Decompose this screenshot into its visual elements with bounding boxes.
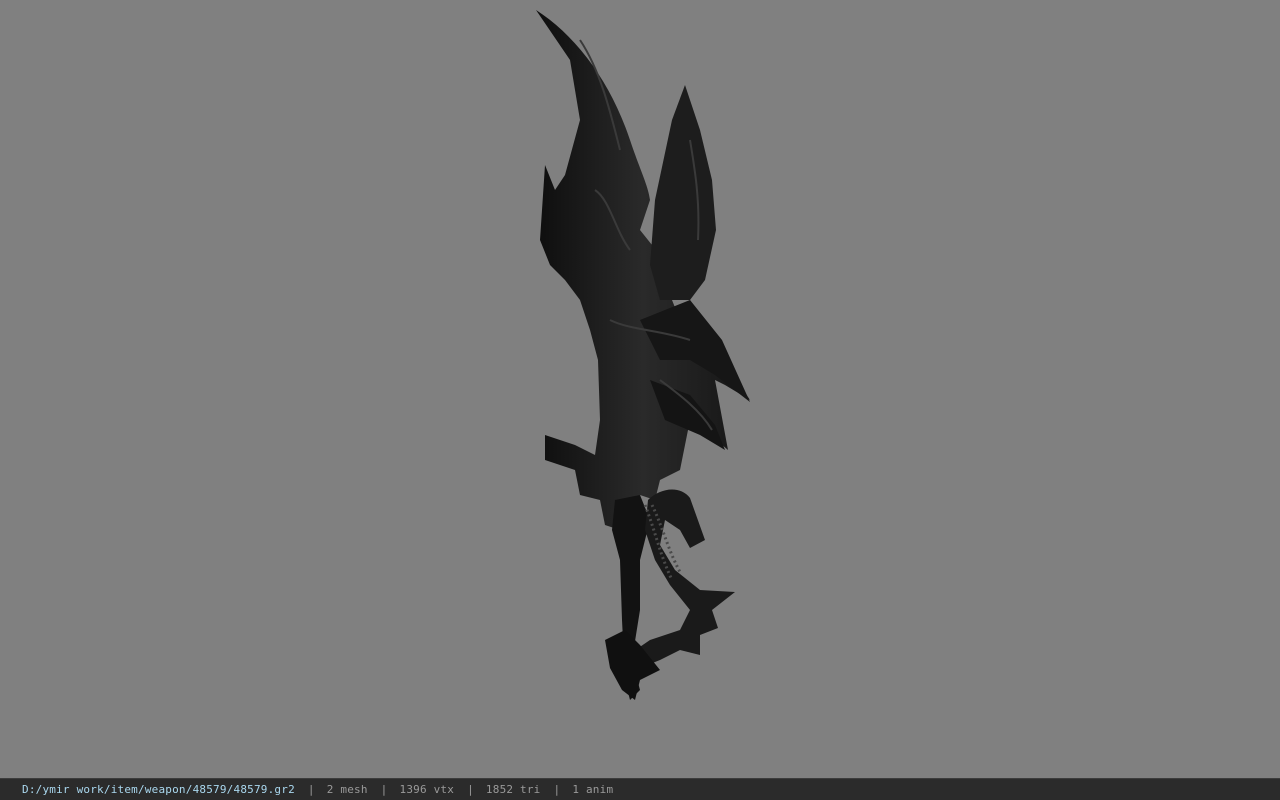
status-bar: D:/ymir work/item/weapon/48579/48579.gr2… xyxy=(0,778,1280,800)
status-triangle-count: 1852 tri xyxy=(485,783,541,796)
status-separator: | xyxy=(307,783,315,796)
3d-viewport[interactable] xyxy=(0,0,1280,778)
status-mesh-count: 2 mesh xyxy=(326,783,368,796)
status-vertex-count: 1396 vtx xyxy=(399,783,455,796)
status-separator: | xyxy=(380,783,388,796)
weapon-model[interactable] xyxy=(0,0,1280,778)
status-anim-count: 1 anim xyxy=(572,783,614,796)
status-file-path: D:/ymir work/item/weapon/48579/48579.gr2 xyxy=(22,783,295,796)
weapon-upper-spike xyxy=(650,85,716,300)
status-separator: | xyxy=(467,783,474,796)
weapon-blade-spine xyxy=(536,10,750,530)
status-separator: | xyxy=(553,783,561,796)
